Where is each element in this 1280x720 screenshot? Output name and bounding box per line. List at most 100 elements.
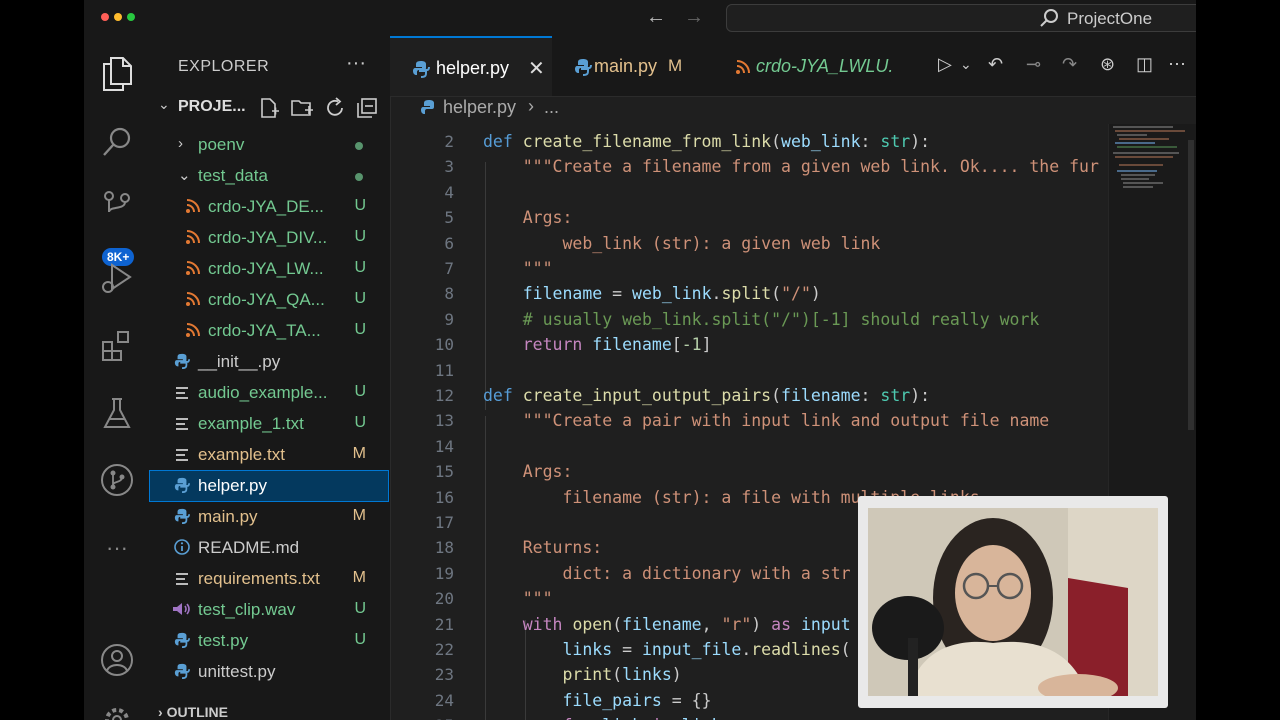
tree-item-label: audio_example... [198, 383, 328, 402]
tree-item[interactable]: crdo-JYA_DIV... U [150, 223, 388, 253]
timeline-commit-icon[interactable]: ⊸ [1026, 54, 1041, 75]
code-line[interactable]: for link in link [483, 716, 721, 720]
tree-item[interactable]: › poenv [150, 130, 388, 160]
breadcrumb-file[interactable]: helper.py [443, 97, 516, 118]
nav-forward-icon[interactable]: → [684, 6, 704, 29]
tree-item[interactable]: crdo-JYA_LW... U [150, 254, 388, 284]
tree-item[interactable]: crdo-JYA_QA... U [150, 285, 388, 315]
text-file-icon [176, 418, 188, 430]
python-file-icon [174, 663, 190, 679]
tree-item[interactable]: crdo-JYA_TA... U [150, 316, 388, 346]
tree-item[interactable]: example.txt M [150, 440, 388, 470]
line-number: 10 [434, 335, 454, 355]
more-actions-icon[interactable]: ⋯ [1168, 54, 1186, 75]
git-status-badge: U [354, 383, 366, 400]
code-line[interactable]: Returns: [483, 538, 602, 557]
tree-item[interactable]: unittest.py [150, 657, 388, 687]
line-number: 4 [444, 182, 454, 202]
tree-item[interactable]: README.md [150, 533, 388, 563]
code-line[interactable]: with open(filename, "r") as input [483, 615, 851, 634]
tree-item[interactable]: __init__.py [150, 347, 388, 377]
code-line[interactable]: Args: [483, 208, 573, 227]
outline-section-header[interactable]: › OUTLINE [158, 704, 228, 720]
nav-back-icon[interactable]: ← [646, 6, 666, 29]
code-line[interactable]: filename = web_link.split("/") [483, 284, 821, 303]
audio-file-icon [173, 603, 190, 615]
tree-item[interactable]: test.py U [150, 626, 388, 656]
code-line[interactable]: file_pairs = {} [483, 691, 711, 710]
rss-feed-icon [186, 199, 200, 213]
code-line[interactable]: # usually web_link.split("/")[-1] should… [483, 310, 1040, 329]
code-line[interactable]: Args: [483, 462, 573, 481]
tab-helper-py[interactable]: helper.py ✕ [390, 36, 552, 96]
extensions-icon[interactable] [97, 326, 137, 366]
explorer-icon[interactable] [97, 54, 137, 94]
maximize-window-dot[interactable] [127, 13, 135, 21]
line-number: 13 [434, 411, 454, 431]
tree-item[interactable]: ⌄ test_data [150, 161, 388, 191]
tree-item[interactable]: main.py M [150, 502, 388, 532]
tree-item-label: __init__.py [198, 352, 281, 371]
minimize-window-dot[interactable] [114, 13, 122, 21]
git-status-badge: M [352, 507, 366, 524]
tree-item[interactable]: audio_example... U [150, 378, 388, 408]
git-branch-compare-icon[interactable]: ⊛ [1100, 54, 1115, 75]
git-status-dot [355, 173, 363, 181]
command-center-search[interactable]: ProjectOne [726, 4, 1196, 32]
account-icon[interactable] [97, 640, 137, 680]
refresh-icon[interactable] [324, 97, 346, 119]
new-file-icon[interactable] [258, 97, 280, 119]
title-bar: ← → ProjectOne [84, 0, 1196, 36]
tree-item[interactable]: crdo-JYA_DE... U [150, 192, 388, 222]
project-section-header[interactable]: ⌄ PROJE... [150, 92, 390, 122]
line-number: 21 [434, 614, 454, 634]
code-line[interactable]: """Create a pair with input link and out… [483, 411, 1050, 430]
code-line[interactable]: """ [483, 589, 553, 608]
tree-item[interactable]: requirements.txt M [150, 564, 388, 594]
editor-scrollbar[interactable] [1188, 140, 1194, 430]
tree-item-label: test.py [198, 631, 249, 650]
text-file-icon [176, 449, 188, 461]
more-views-icon[interactable]: ··· [97, 528, 137, 568]
more-actions-icon[interactable]: ··· [346, 52, 366, 75]
settings-gear-icon[interactable] [97, 700, 137, 720]
collapse-all-icon[interactable] [356, 97, 378, 119]
presenter-video-frame [868, 508, 1158, 696]
code-line[interactable]: dict: a dictionary with a str [483, 564, 850, 583]
tree-item[interactable]: helper.py [149, 470, 389, 502]
tree-item[interactable]: test_clip.wav U [150, 595, 388, 625]
code-line[interactable]: def create_filename_from_link(web_link: … [483, 132, 930, 151]
line-number: 5 [444, 208, 454, 228]
split-editor-icon[interactable]: ◫ [1136, 54, 1153, 75]
tab-main-py[interactable]: main.py M [552, 36, 712, 96]
git-graph-icon[interactable] [97, 460, 137, 500]
run-debug-icon[interactable] [97, 258, 137, 298]
git-status-badge: M [352, 445, 366, 462]
line-number: 24 [434, 690, 454, 710]
go-forward-in-timeline-icon[interactable]: ↷ [1062, 54, 1077, 75]
editor-actions: ▷ ⌄ ↶ ⊸ ↷ ⊛ ◫ ⋯ [928, 54, 1196, 78]
code-line[interactable]: links = input_file.readlines( [483, 640, 850, 659]
close-tab-icon[interactable]: ✕ [528, 56, 545, 81]
source-control-icon[interactable] [97, 186, 137, 226]
code-line[interactable]: return filename[-1] [483, 335, 712, 354]
code-line[interactable]: """Create a filename from a given web li… [483, 157, 1099, 176]
python-file-icon [575, 59, 592, 76]
testing-flask-icon[interactable] [97, 394, 137, 434]
new-folder-icon[interactable] [290, 97, 314, 119]
rss-feed-icon [186, 230, 200, 244]
go-back-in-timeline-icon[interactable]: ↶ [988, 54, 1003, 75]
run-file-icon[interactable]: ▷ [938, 54, 952, 75]
git-status-badge: U [354, 197, 366, 214]
close-window-dot[interactable] [101, 13, 109, 21]
tab-crdo-jya-lwlu[interactable]: crdo-JYA_LWLU. [726, 36, 926, 96]
tree-item[interactable]: example_1.txt U [150, 409, 388, 439]
breadcrumb-symbols[interactable]: ... [544, 97, 559, 118]
run-dropdown-chevron-icon[interactable]: ⌄ [960, 56, 972, 73]
code-line[interactable]: print(links) [483, 665, 681, 684]
editor-tab-bar: helper.py ✕ main.py M crdo-JYA_LWLU. ▷ ⌄… [390, 36, 1196, 97]
code-line[interactable]: """ [483, 259, 553, 278]
code-line[interactable]: web_link (str): a given web link [483, 234, 880, 253]
code-line[interactable]: def create_input_output_pairs(filename: … [483, 386, 930, 405]
search-icon[interactable] [97, 122, 137, 162]
